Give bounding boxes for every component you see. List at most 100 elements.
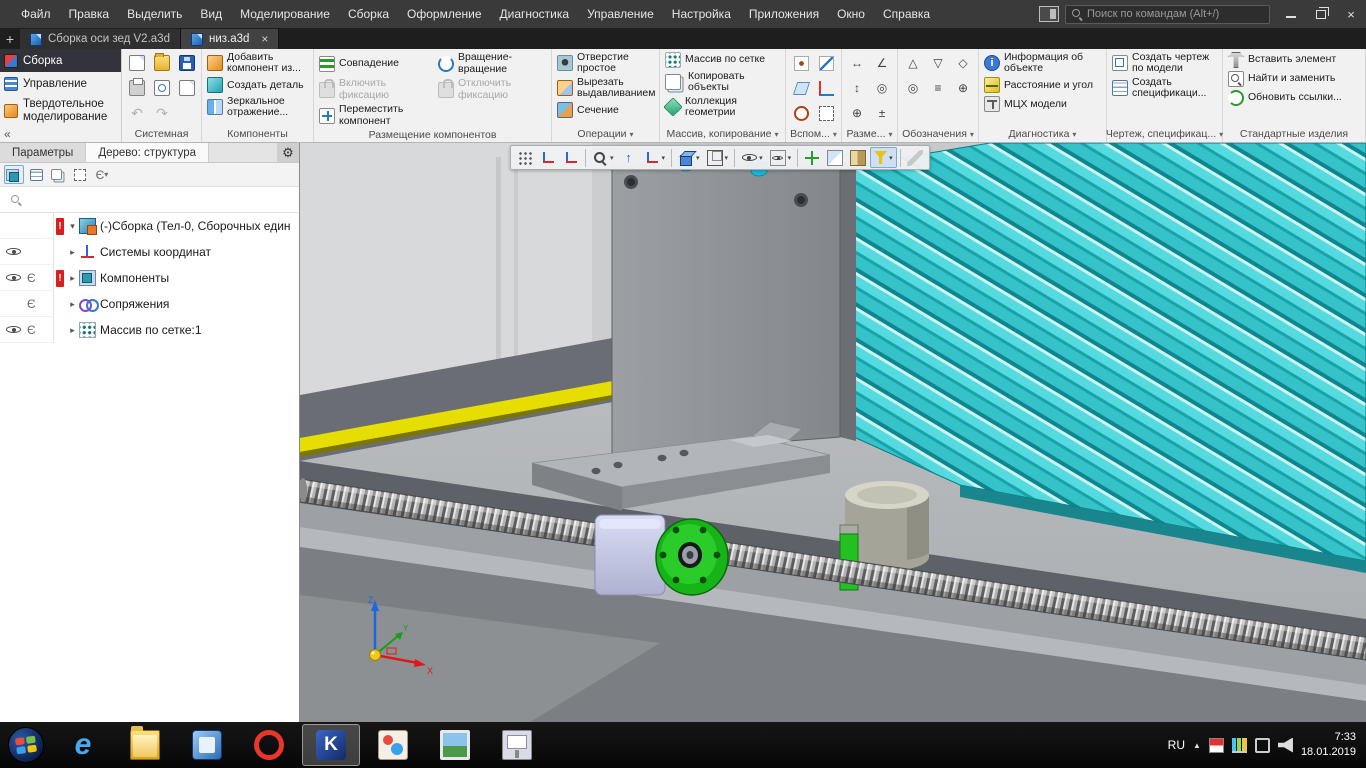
maximize-button[interactable] [1306, 0, 1336, 28]
menu-assembly[interactable]: Сборка [339, 0, 398, 28]
snap-grid-button[interactable] [514, 147, 536, 168]
section-button[interactable]: Сечение [555, 101, 656, 119]
clip-region-button[interactable] [824, 147, 846, 168]
mounting-plate-part[interactable] [612, 153, 856, 455]
mode-management[interactable]: Управление [0, 72, 121, 95]
taskbar-paint-button[interactable] [364, 724, 422, 766]
volume-icon[interactable] [1278, 738, 1293, 753]
rotation-rotation-button[interactable]: Вращение-вращение [436, 51, 548, 75]
exclude-icon[interactable]: Є [27, 324, 36, 336]
simple-hole-button[interactable]: Отверстие простое [555, 51, 656, 75]
exclude-icon[interactable]: Є [27, 298, 36, 310]
group-label-array-copy[interactable]: Массив, копирование▾ [663, 126, 782, 142]
tolerance-button[interactable]: ± [871, 102, 893, 124]
menu-management[interactable]: Управление [578, 0, 663, 28]
aux-axis-button[interactable] [815, 52, 837, 74]
menu-settings[interactable]: Настройка [663, 0, 740, 28]
menu-select[interactable]: Выделить [118, 0, 191, 28]
taskbar-photos-button[interactable] [426, 724, 484, 766]
insert-element-button[interactable]: Вставить элемент [1226, 51, 1362, 69]
group-label-drawing-spec[interactable]: Чертеж, спецификац...▾ [1110, 126, 1219, 142]
save-button[interactable] [176, 52, 198, 74]
hide-objects-button[interactable]: ▾ [738, 147, 766, 168]
menu-diagnostics[interactable]: Диагностика [491, 0, 579, 28]
menu-layout[interactable]: Оформление [398, 0, 490, 28]
move-part-button[interactable] [801, 147, 823, 168]
tree-search-input[interactable] [26, 190, 293, 210]
section-view-button[interactable] [847, 147, 869, 168]
zoom-button[interactable]: ▾ [589, 147, 617, 168]
tree-row-assembly[interactable]: ! ▾ (-)Сборка (Тел-0, Сборочных един [0, 213, 299, 239]
aux-dashed-button[interactable] [815, 102, 837, 124]
panel-settings-button[interactable]: ⚙ [277, 143, 299, 162]
angle-dimension-button[interactable]: ∠ [871, 52, 893, 74]
tray-display-icon[interactable] [1255, 738, 1270, 753]
grid-array-button[interactable]: Массив по сетке [663, 51, 782, 69]
3d-viewport[interactable]: Z X Y ▾ ↑ ▾ ▾ ▾ ▾ ▾ ▾ [300, 143, 1366, 722]
ribbon-collapse-button[interactable]: « [4, 127, 11, 141]
coincide-button[interactable]: Совпадение [317, 55, 435, 73]
exclude-icon[interactable]: Є [27, 272, 36, 284]
group-label-auxiliary[interactable]: Вспом...▾ [789, 126, 838, 142]
menu-view[interactable]: Вид [191, 0, 231, 28]
aux-point-button[interactable] [790, 52, 812, 74]
visibility-eye-icon[interactable] [6, 245, 21, 259]
preview-button[interactable] [151, 77, 173, 99]
clock[interactable]: 7:33 18.01.2019 [1301, 730, 1356, 760]
orientation-cube-button[interactable]: ▾ [675, 147, 703, 168]
print-button[interactable] [126, 77, 148, 99]
tab-tree-structure[interactable]: Дерево: структура [86, 143, 209, 162]
tray-flag-icon[interactable] [1209, 738, 1224, 753]
aux-plane-button[interactable] [790, 77, 812, 99]
radial-dimension-button[interactable]: ◎ [871, 77, 893, 99]
command-search[interactable] [1065, 5, 1270, 24]
twisty-collapsed-icon[interactable]: ▸ [66, 299, 79, 310]
taskbar-kompas-button[interactable]: K [302, 724, 360, 766]
tab-close-icon[interactable]: × [261, 32, 268, 46]
local-cs-button[interactable] [537, 147, 559, 168]
tree-pin-button[interactable] [48, 165, 68, 184]
open-document-button[interactable] [151, 52, 173, 74]
tree-row-grid-array[interactable]: Є ▸ Массив по сетке:1 [0, 317, 299, 343]
move-component-button[interactable]: Переместить компонент [317, 103, 435, 127]
zoom-in-button[interactable]: ↑ [618, 147, 640, 168]
tray-expand-icon[interactable]: ▲ [1193, 741, 1201, 750]
taskbar-ie-button[interactable]: e [54, 724, 112, 766]
find-replace-button[interactable]: Найти и заменить [1226, 70, 1362, 88]
create-specification-button[interactable]: Создать спецификаци... [1110, 76, 1219, 100]
taskbar-opera-button[interactable] [240, 724, 298, 766]
geometry-collection-button[interactable]: Коллекция геометрии [663, 95, 782, 119]
menu-edit[interactable]: Правка [60, 0, 119, 28]
tray-chart-icon[interactable] [1232, 738, 1247, 753]
tree-view-list-button[interactable] [26, 165, 46, 184]
twisty-collapsed-icon[interactable]: ▸ [66, 247, 79, 258]
twisty-collapsed-icon[interactable]: ▸ [66, 325, 79, 336]
aux-local-cs-button[interactable] [815, 77, 837, 99]
group-label-dimensions[interactable]: Разме...▾ [845, 126, 894, 142]
document-properties-button[interactable] [176, 77, 198, 99]
close-button[interactable]: × [1336, 0, 1366, 28]
new-tab-button[interactable]: + [0, 29, 20, 49]
hide-in-components-button[interactable]: ▾ [767, 147, 795, 168]
tree-view-structure-button[interactable] [4, 165, 24, 184]
group-label-diagnostics[interactable]: Диагностика▾ [982, 126, 1103, 142]
tree-row-components[interactable]: Є ! ▸ Компоненты [0, 265, 299, 291]
menu-help[interactable]: Справка [874, 0, 939, 28]
filter-objects-button[interactable]: ▾ [870, 147, 897, 168]
add-component-button[interactable]: Добавить компонент из... [205, 51, 310, 75]
designation-mark-button[interactable]: ◎ [902, 77, 924, 99]
menu-modeling[interactable]: Моделирование [231, 0, 339, 28]
linear-dimension-button[interactable]: ↔ [846, 52, 868, 74]
panel-toggle-icon[interactable] [1039, 6, 1059, 22]
mode-assembly[interactable]: Сборка [0, 49, 121, 72]
distance-angle-button[interactable]: Расстояние и угол [982, 76, 1103, 94]
language-indicator[interactable]: RU [1168, 738, 1185, 752]
redo-button[interactable]: ↷ [151, 102, 173, 124]
3d-scene[interactable]: Z X Y [300, 143, 1366, 722]
visibility-eye-icon[interactable] [6, 323, 21, 337]
group-label-operations[interactable]: Операции▾ [555, 126, 656, 142]
tab-parameters[interactable]: Параметры [0, 143, 86, 162]
menu-applications[interactable]: Приложения [740, 0, 828, 28]
menu-file[interactable]: Файл [12, 0, 60, 28]
tree-select-frame-button[interactable] [70, 165, 90, 184]
